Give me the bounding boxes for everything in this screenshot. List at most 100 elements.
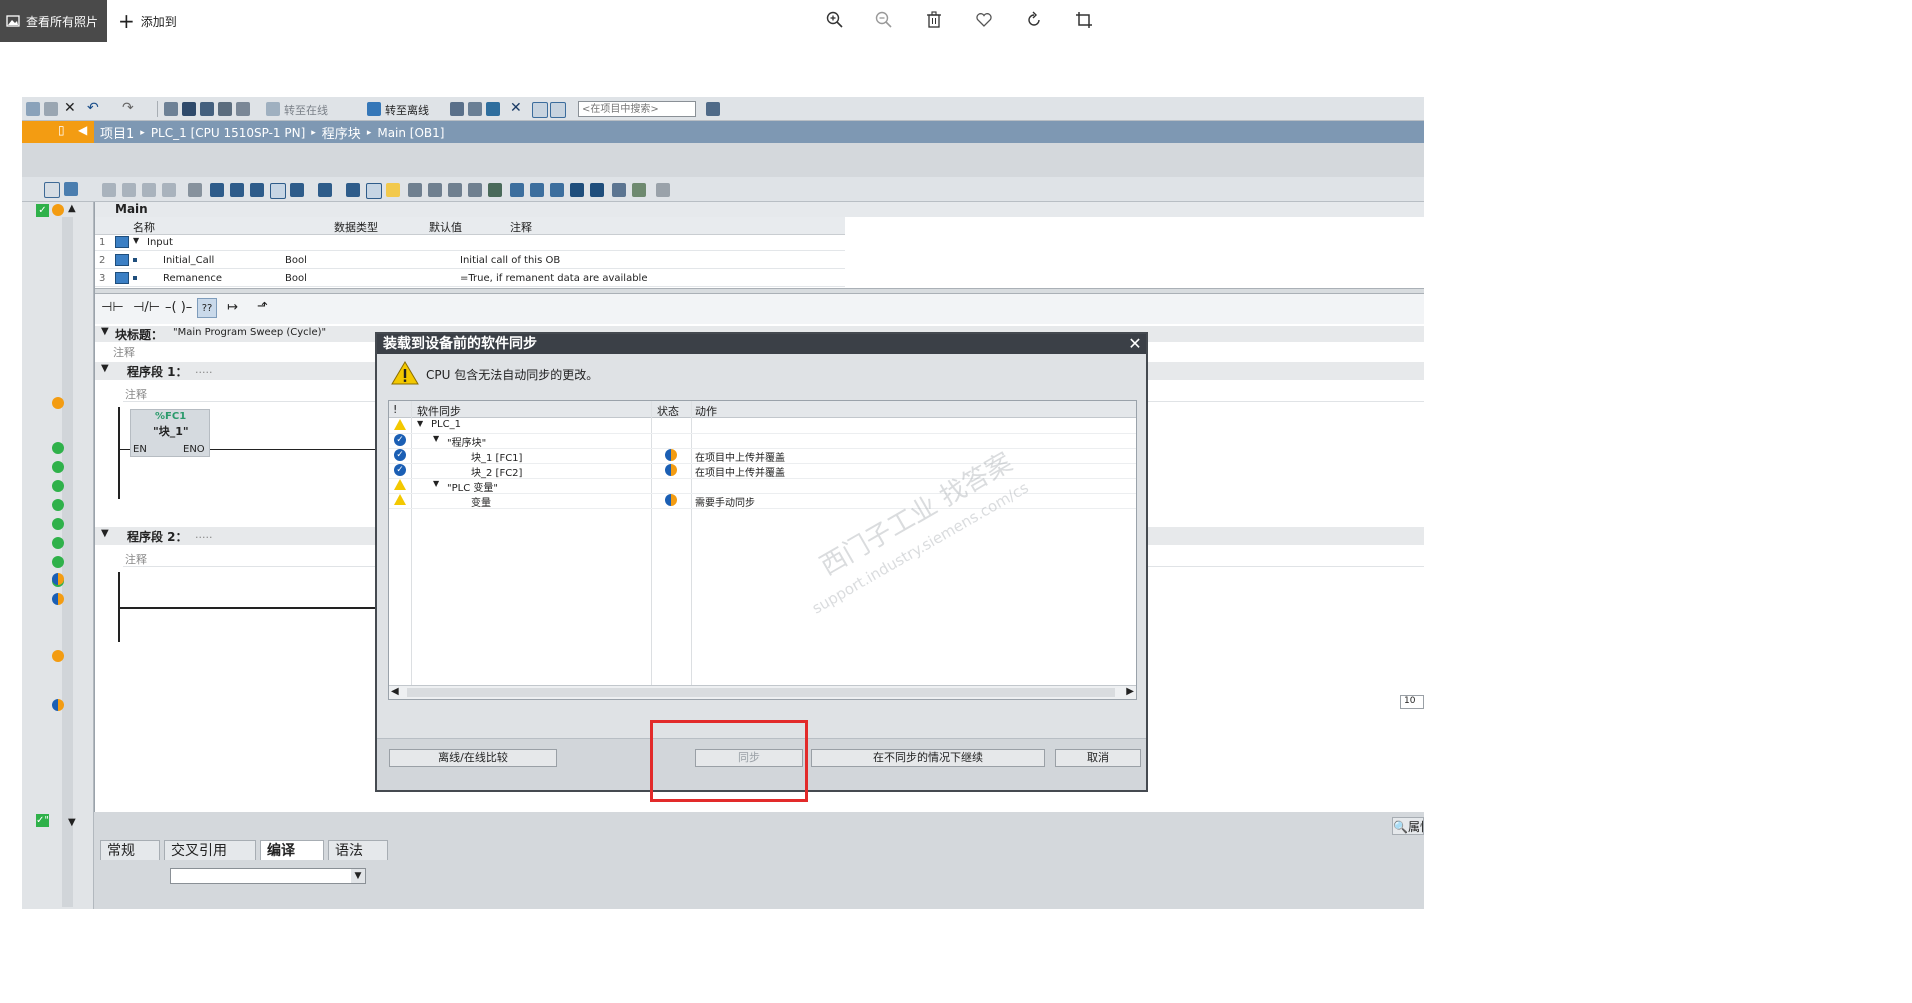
crop-icon[interactable]	[1070, 6, 1098, 34]
expand-icon[interactable]: ▼	[133, 236, 139, 245]
simulate-icon[interactable]	[218, 102, 232, 116]
upload-icon[interactable]	[200, 102, 214, 116]
return-icon[interactable]	[590, 183, 604, 197]
coil-icon[interactable]: –( )–	[165, 300, 192, 315]
delete-x-icon[interactable]: ✕	[64, 100, 76, 116]
nc-contact-icon[interactable]: ⊣/⊢	[133, 300, 160, 315]
chevron-down-icon[interactable]: ▼	[351, 869, 365, 883]
param-name[interactable]: Initial_Call	[163, 255, 214, 266]
col-software-sync[interactable]: 软件同步	[417, 403, 461, 419]
outdent-icon[interactable]	[550, 183, 564, 197]
param-name[interactable]: Remanence	[163, 273, 222, 284]
online-diagnostics-icon[interactable]	[468, 102, 482, 116]
go-online-button[interactable]: 转至在线	[284, 102, 328, 118]
add-row-icon[interactable]	[162, 183, 176, 197]
properties-tab[interactable]: 🔍属性	[1392, 817, 1424, 835]
sync-row[interactable]: ✓ ▼ "程序块"	[389, 433, 1136, 449]
sync-row[interactable]: ▼ PLC_1	[389, 418, 1136, 434]
bookmark-icon[interactable]	[448, 183, 462, 197]
project-tree-toggle[interactable]: ▯ ◀	[22, 121, 94, 143]
col-action[interactable]: 动作	[695, 403, 717, 419]
breadcrumb-main[interactable]: Main [OB1]	[377, 126, 444, 140]
open-all-networks-icon[interactable]	[210, 183, 224, 197]
interface-row[interactable]: 1 ▼ Input	[95, 234, 845, 251]
tag-info-icon[interactable]	[346, 183, 360, 197]
project-search-input[interactable]	[578, 101, 696, 117]
open-branch-icon[interactable]: ↦	[227, 300, 238, 315]
breadcrumb-project[interactable]: 项目1	[100, 123, 134, 142]
accessible-devices-icon[interactable]	[450, 102, 464, 116]
rotate-icon[interactable]	[1020, 6, 1048, 34]
network-1-comment[interactable]: 注释	[125, 386, 147, 402]
tab-general[interactable]: 常规	[100, 840, 160, 860]
expand-icon[interactable]: ▼	[417, 419, 423, 428]
scroll-left-icon[interactable]: ◀	[391, 686, 399, 697]
close-icon[interactable]: ✕	[1126, 335, 1144, 353]
col-data-type[interactable]: 数据类型	[334, 219, 378, 235]
close-project-icon[interactable]: ✕	[510, 100, 522, 116]
sync-action[interactable]: 在项目中上传并覆盖	[695, 464, 785, 479]
zoom-out-icon[interactable]	[870, 6, 898, 34]
interface-row[interactable]: 2 Initial_Call Bool Initial call of this OB	[95, 252, 845, 269]
download-icon[interactable]	[182, 102, 196, 116]
table-view-icon[interactable]	[44, 182, 60, 198]
sync-action[interactable]: 在项目中上传并覆盖	[695, 449, 785, 464]
compile-icon[interactable]	[164, 102, 178, 116]
sync-row[interactable]: ✓ 块_1 [FC1] 在项目中上传并覆盖	[389, 448, 1136, 464]
display-icon[interactable]	[318, 183, 332, 197]
cross-reference-icon[interactable]	[486, 102, 500, 116]
block-title-value[interactable]: "Main Program Sweep (Cycle)"	[173, 327, 326, 338]
redo-icon[interactable]: ↷	[122, 100, 134, 116]
call-icon[interactable]	[570, 183, 584, 197]
toggle-absolute-icon[interactable]	[188, 183, 202, 197]
breadcrumb-program-blocks[interactable]: 程序块	[322, 123, 361, 142]
col-name[interactable]: 名称	[133, 219, 155, 235]
tab-cross-reference[interactable]: 交叉引用	[164, 840, 256, 860]
delete-network-icon[interactable]	[122, 183, 136, 197]
col-default[interactable]: 默认值	[429, 219, 462, 235]
view-all-photos-button[interactable]: 查看所有照片	[0, 0, 107, 42]
modify-icon[interactable]	[632, 183, 646, 197]
filter-dropdown[interactable]: ▼	[170, 868, 366, 884]
continue-without-sync-button[interactable]: 在不同步的情况下继续	[811, 749, 1045, 767]
sync-action[interactable]: 需要手动同步	[695, 494, 755, 509]
goto-line-icon[interactable]	[510, 183, 524, 197]
monitor-icon[interactable]	[468, 183, 482, 197]
expand-icon[interactable]: ▼	[101, 326, 109, 337]
param-comment[interactable]: Initial call of this OB	[460, 255, 560, 266]
watch-icon[interactable]	[488, 183, 502, 197]
lock-icon[interactable]	[656, 183, 670, 197]
insert-network-icon[interactable]	[102, 183, 116, 197]
scroll-thumb[interactable]	[407, 688, 1115, 697]
expand-icon[interactable]: ▼	[433, 434, 439, 443]
block-comment[interactable]: 注释	[113, 344, 135, 360]
undo-icon[interactable]: ↶	[87, 100, 99, 116]
scroll-down-icon[interactable]: ▼	[68, 817, 76, 828]
expand-icon[interactable]: ▼	[101, 528, 109, 539]
network-2-comment-placeholder[interactable]: .....	[195, 528, 212, 541]
tab-syntax[interactable]: 语法	[328, 840, 388, 860]
expand-icon[interactable]: ▼	[433, 479, 439, 488]
horizontal-scrollbar[interactable]: ◀ ▶	[389, 685, 1136, 699]
offline-online-compare-button[interactable]: 离线/在线比较	[389, 749, 557, 767]
close-branch-icon[interactable]: ⬏	[257, 299, 268, 314]
no-contact-icon[interactable]: ⊣⊢	[101, 300, 124, 315]
paste-icon[interactable]	[44, 102, 58, 116]
param-type[interactable]: Bool	[285, 255, 307, 266]
add-to-button[interactable]: + 添加到	[118, 6, 177, 36]
col-comment[interactable]: 注释	[510, 219, 532, 235]
zoom-in-icon[interactable]	[821, 6, 849, 34]
delete-icon[interactable]	[920, 6, 948, 34]
param-comment[interactable]: =True, if remanent data are available	[460, 273, 648, 284]
go-offline-button[interactable]: 转至离线	[385, 102, 429, 118]
monitor-on-off-icon[interactable]	[612, 183, 626, 197]
copy-icon[interactable]	[26, 102, 40, 116]
tab-compile[interactable]: 编译	[260, 840, 324, 860]
param-type[interactable]: Bool	[285, 273, 307, 284]
zoom-icon[interactable]	[290, 183, 304, 197]
stop-icon[interactable]	[236, 102, 250, 116]
indent-icon[interactable]	[530, 183, 544, 197]
insert-row-icon[interactable]	[142, 183, 156, 197]
col-status[interactable]: 状态	[657, 403, 679, 419]
goto-prev-error-icon[interactable]	[408, 183, 422, 197]
